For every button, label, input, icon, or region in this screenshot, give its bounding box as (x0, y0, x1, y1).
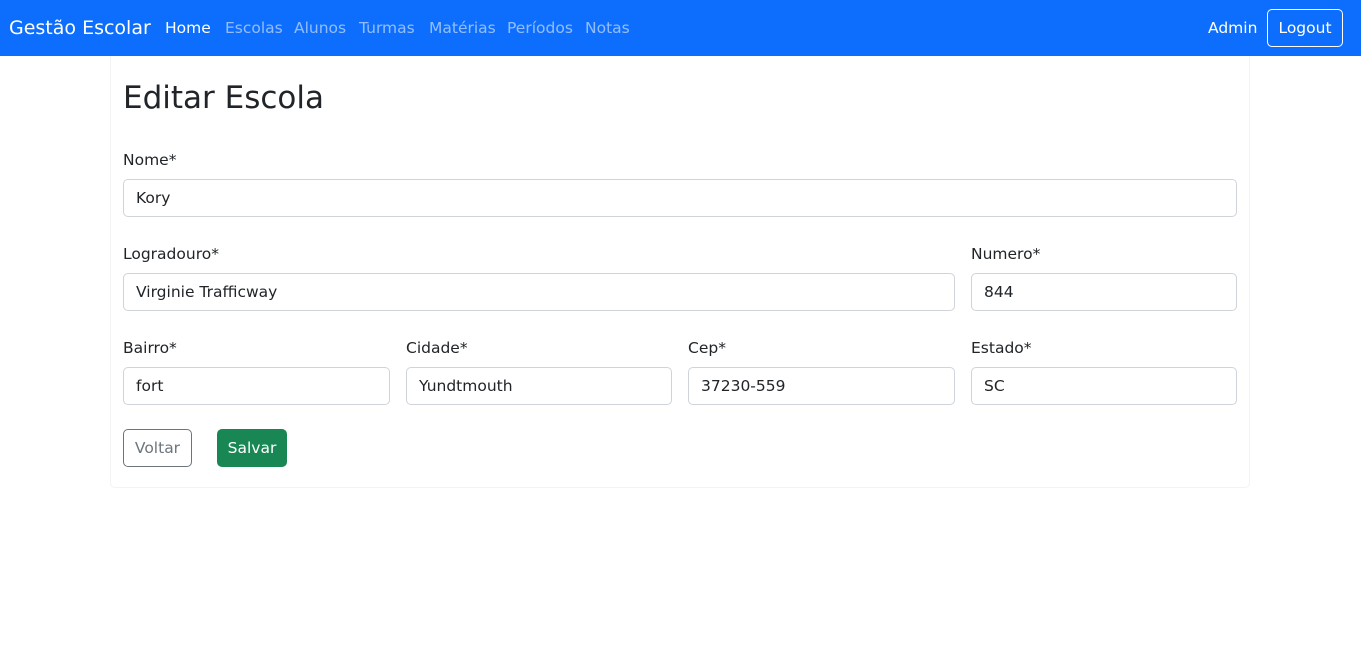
nome-label: Nome* (123, 151, 177, 169)
logradouro-input[interactable] (123, 273, 955, 311)
cidade-label: Cidade* (406, 339, 468, 357)
nav-link-alunos[interactable]: Alunos (294, 18, 346, 38)
user-name: Admin (1208, 19, 1258, 37)
save-button[interactable]: Salvar (217, 429, 287, 467)
nav-link-periodos[interactable]: Períodos (507, 18, 573, 38)
numero-input[interactable] (971, 273, 1237, 311)
bairro-input[interactable] (123, 367, 390, 405)
nav-link-materias[interactable]: Matérias (429, 18, 496, 38)
estado-input[interactable] (971, 367, 1237, 405)
cep-label: Cep* (688, 339, 726, 357)
logout-button[interactable]: Logout (1267, 9, 1343, 47)
numero-label: Numero* (971, 245, 1041, 263)
nome-input[interactable] (123, 179, 1237, 217)
page-title: Editar Escola (123, 80, 324, 116)
nav-link-home[interactable]: Home (165, 18, 211, 38)
edit-school-card (110, 56, 1250, 488)
estado-label: Estado* (971, 339, 1032, 357)
top-navbar: Gestão Escolar Home Escolas Alunos Turma… (0, 0, 1361, 56)
brand-link[interactable]: Gestão Escolar (9, 15, 151, 41)
nav-link-escolas[interactable]: Escolas (225, 18, 283, 38)
back-button[interactable]: Voltar (123, 429, 192, 467)
bairro-label: Bairro* (123, 339, 177, 357)
cidade-input[interactable] (406, 367, 672, 405)
cep-input[interactable] (688, 367, 955, 405)
nav-link-notas[interactable]: Notas (585, 18, 630, 38)
nav-link-turmas[interactable]: Turmas (359, 18, 415, 38)
logradouro-label: Logradouro* (123, 245, 219, 263)
